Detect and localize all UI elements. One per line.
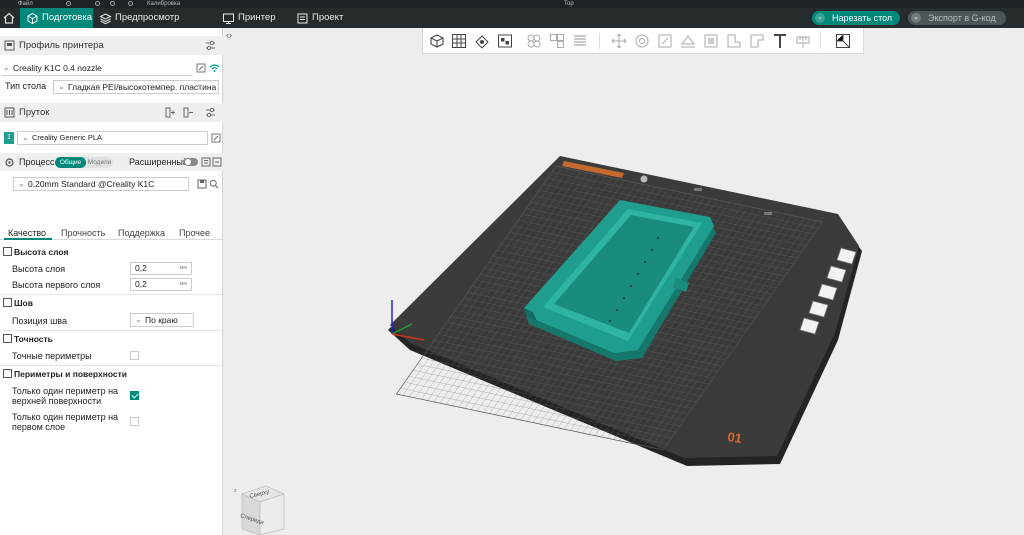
cube-z-label: z — [234, 488, 237, 494]
first-one-wall-checkbox[interactable] — [130, 417, 139, 426]
build-plate-scene: 01 — [388, 156, 862, 466]
precision-icon — [3, 334, 12, 343]
export-gcode-button[interactable]: ⌄ Экспорт в G-код — [908, 11, 1006, 25]
tab-support[interactable]: Поддержка — [118, 228, 165, 238]
view-cube[interactable]: Сверху Спереди z — [230, 480, 288, 535]
tab-prepare[interactable]: Подготовка — [20, 8, 93, 28]
calibration-menu[interactable]: Калибровка — [147, 0, 180, 8]
layers-icon — [99, 13, 112, 25]
tab-slice-preview[interactable]: Предпросмотр нарезки — [93, 8, 211, 43]
printer-section-title: Профиль принтера — [19, 40, 104, 51]
seam-position-label: Позиция шва — [12, 316, 67, 326]
spool-icon — [4, 107, 15, 118]
printer-profile-select[interactable]: ⌄ Creality K1C 0.4 nozzle — [2, 62, 192, 76]
filament-section-title: Пруток — [19, 107, 50, 118]
chevron-down-icon[interactable]: ⌄ — [815, 13, 825, 23]
tab-quality[interactable]: Качество — [8, 228, 46, 238]
cube-icon — [27, 12, 38, 25]
printer-section-header: Профиль принтера — [0, 36, 223, 55]
divider — [0, 330, 222, 331]
precision-group: Точность — [14, 334, 53, 344]
home-icon[interactable] — [2, 11, 16, 25]
compare-icon[interactable] — [201, 157, 211, 167]
seam-group: Шов — [14, 298, 33, 308]
tab-label: Принтер — [238, 12, 276, 23]
layer-height-group: Высота слоя — [14, 247, 69, 257]
chevron-down-icon: ⌄ — [22, 133, 29, 142]
chevron-down-icon: ⌄ — [3, 63, 10, 72]
printer-icon — [4, 40, 15, 51]
divider — [0, 365, 222, 366]
bed-type-select[interactable]: ⌄ Гладкая PEI/высокотемпер. пластина — [53, 80, 219, 94]
title-bar: Файл Калибровка Top — [0, 0, 1024, 8]
advanced-label: Расширенный — [129, 157, 188, 167]
process-settings-icon[interactable] — [212, 157, 222, 167]
3d-viewport[interactable]: ‹› 01 Сверху Спереди z — [224, 28, 1024, 535]
precise-walls-checkbox[interactable] — [130, 351, 139, 360]
top-toolbar: Подготовка Предпросмотр нарезки Принтер … — [0, 8, 1024, 43]
layer-height-input[interactable]: 0,2 мм — [130, 262, 192, 275]
settings-panel: Профиль принтера ⌄ Creality K1C 0.4 nozz… — [0, 28, 223, 535]
layer-height-label: Высота слоя — [12, 264, 66, 274]
wifi-icon[interactable] — [209, 63, 220, 73]
tab-strength[interactable]: Прочность — [61, 228, 105, 238]
tab-others[interactable]: Прочее — [179, 228, 210, 238]
monitor-icon — [223, 13, 234, 24]
save-icon[interactable] — [66, 1, 71, 6]
first-one-wall-label-line2: первом слое — [12, 422, 66, 432]
add-filament-icon[interactable] — [165, 107, 176, 118]
filament-section-header: Пруток — [0, 103, 223, 122]
first-layer-height-label: Высота первого слоя — [12, 280, 101, 290]
chevron-down-icon: ⌄ — [135, 315, 142, 324]
chevron-down-icon[interactable]: ⌄ — [911, 13, 921, 23]
slice-plate-button[interactable]: ⌄ Нарезать стол — [812, 11, 900, 25]
edit-icon[interactable] — [196, 63, 206, 73]
tab-label: Подготовка — [42, 12, 93, 23]
advanced-switch[interactable] — [184, 158, 198, 166]
save-preset-icon[interactable] — [197, 179, 207, 189]
process-gear-icon — [5, 158, 14, 167]
remove-filament-icon[interactable] — [183, 107, 194, 118]
precise-walls-label: Точные периметры — [12, 351, 92, 361]
process-label: Процесс — [19, 157, 55, 167]
edit-icon[interactable] — [211, 133, 221, 143]
tab-label: Проект — [312, 12, 344, 23]
calibration-icon[interactable] — [128, 1, 133, 6]
search-icon[interactable] — [209, 179, 219, 189]
first-one-wall-label-line1: Только один периметр на — [12, 412, 119, 422]
toggle-global[interactable]: Общие — [55, 157, 86, 168]
top-one-wall-label-line2: верхней поверхности — [12, 396, 102, 406]
plate-marker — [640, 175, 648, 183]
active-tab-indicator — [4, 238, 52, 240]
folder-icon — [297, 13, 308, 24]
seam-position-select[interactable]: ⌄ По краю — [130, 313, 194, 327]
seam-icon — [3, 298, 12, 307]
top-one-wall-label-line1: Только один периметр на — [12, 386, 119, 396]
window-title: Top — [564, 1, 574, 7]
top-one-wall-checkbox[interactable] — [130, 391, 139, 400]
toggle-objects[interactable]: Модели — [86, 157, 113, 168]
plate-number: 01 — [727, 429, 743, 446]
walls-surfaces-group: Периметры и поверхности — [14, 369, 128, 379]
tab-printer[interactable]: Принтер — [216, 8, 286, 28]
chevron-down-icon: ⌄ — [18, 179, 25, 188]
undo-icon[interactable] — [95, 1, 100, 6]
redo-icon[interactable] — [110, 1, 115, 6]
settings-sliders-icon[interactable] — [205, 40, 216, 51]
global-objects-toggle[interactable]: Общие Модели — [55, 157, 113, 168]
layer-height-icon — [3, 247, 12, 256]
chevron-down-icon: ⌄ — [58, 82, 65, 91]
file-menu[interactable]: Файл — [18, 0, 33, 8]
first-layer-height-input[interactable]: 0,2 мм — [130, 278, 192, 291]
process-profile-select[interactable]: ⌄ 0.20mm Standard @Creality K1C — [13, 177, 189, 191]
walls-surfaces-icon — [3, 369, 12, 378]
tab-project[interactable]: Проект — [290, 8, 350, 28]
settings-sliders-icon[interactable] — [205, 107, 216, 118]
filament-slot-badge[interactable]: 1 — [4, 132, 14, 144]
filament-profile-select[interactable]: ⌄ Creality Generic PLA — [17, 131, 208, 145]
divider — [0, 294, 222, 295]
bed-type-label: Тип стола — [5, 81, 47, 91]
